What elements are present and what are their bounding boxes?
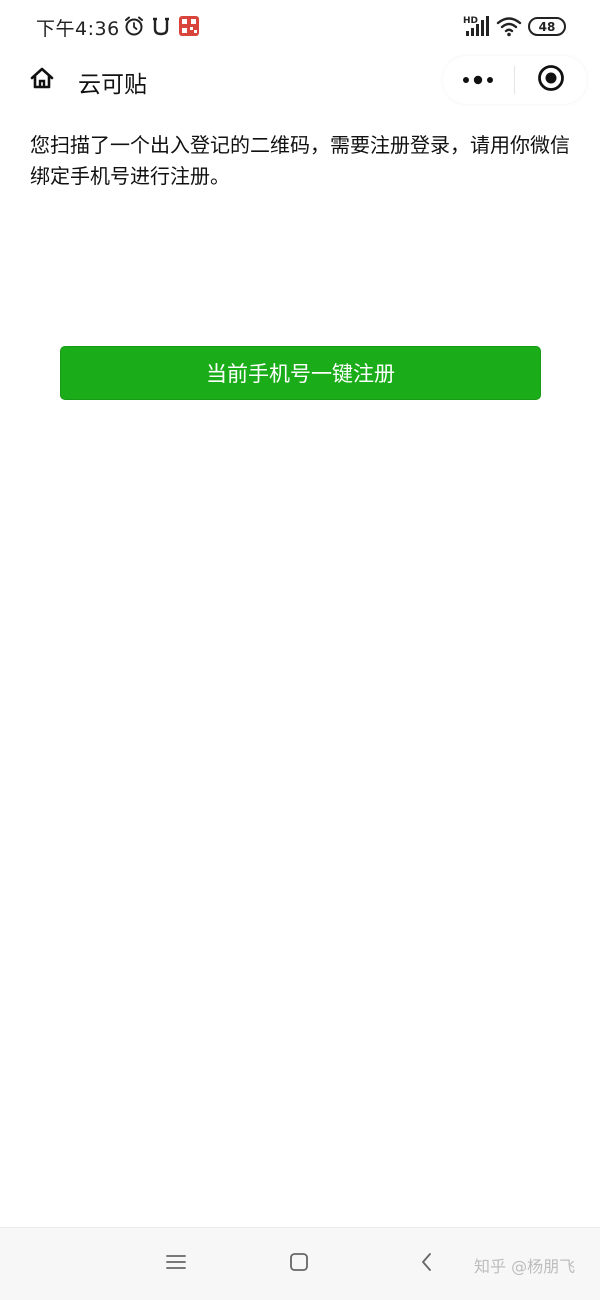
signal-icon: HD xyxy=(462,14,490,38)
status-bar: 下午4:36 HD 48 xyxy=(0,0,600,52)
bell-icon xyxy=(150,14,172,38)
nav-bar: 云可贴 xyxy=(0,52,600,108)
system-home-button[interactable] xyxy=(281,1248,317,1280)
capsule-divider xyxy=(514,66,515,94)
capsule-menu xyxy=(443,56,587,104)
back-icon xyxy=(418,1251,434,1277)
home-button[interactable] xyxy=(18,56,66,104)
register-button[interactable]: 当前手机号一键注册 xyxy=(60,346,541,400)
alarm-icon xyxy=(122,14,146,38)
signal-hd-label: HD xyxy=(463,16,478,26)
watermark-text: 知乎 @杨朋飞 xyxy=(474,1257,576,1276)
home-icon xyxy=(29,65,55,95)
battery-level: 48 xyxy=(538,19,556,34)
wifi-icon xyxy=(495,14,523,38)
close-target-icon xyxy=(537,64,565,96)
home-square-icon xyxy=(288,1251,310,1277)
more-button[interactable] xyxy=(443,56,513,104)
more-icon xyxy=(461,71,495,90)
menu-icon xyxy=(165,1253,187,1275)
system-nav-bar: 知乎 @杨朋飞 xyxy=(0,1227,600,1300)
close-button[interactable] xyxy=(516,56,586,104)
status-time: 下午4:36 xyxy=(36,18,120,40)
page-title: 云可贴 xyxy=(78,72,147,98)
screen: 下午4:36 HD 48 云可贴 您扫描了一个出入登记的二维码，需要注册登录，请… xyxy=(0,0,600,1300)
app-badge-icon xyxy=(177,14,201,38)
register-prompt-message: 您扫描了一个出入登记的二维码，需要注册登录，请用你微信绑定手机号进行注册。 xyxy=(30,133,570,188)
menu-button[interactable] xyxy=(158,1248,194,1280)
back-button[interactable] xyxy=(408,1248,444,1280)
battery-icon: 48 xyxy=(528,17,566,36)
